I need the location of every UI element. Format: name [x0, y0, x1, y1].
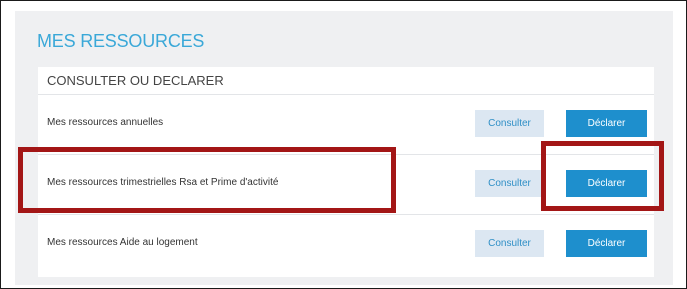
consult-button-housing-aid[interactable]: Consulter	[475, 230, 544, 257]
resource-row-annual: Mes ressources annuelles Consulter Décla…	[38, 95, 654, 155]
page-title: MES RESSOURCES	[37, 31, 205, 51]
card-header-title: CONSULTER OU DECLARER	[47, 73, 224, 88]
resource-row-label: Mes ressources Aide au logement	[47, 237, 198, 248]
declare-button-housing-aid[interactable]: Déclarer	[566, 230, 647, 257]
resources-card: CONSULTER OU DECLARER Mes ressources ann…	[38, 67, 654, 277]
resource-row-housing-aid: Mes ressources Aide au logement Consulte…	[38, 215, 654, 274]
consult-button-quarterly[interactable]: Consulter	[475, 170, 544, 197]
consult-button-annual[interactable]: Consulter	[475, 110, 544, 137]
resource-row-quarterly: Mes ressources trimestrielles Rsa et Pri…	[38, 155, 654, 215]
resource-row-label: Mes ressources trimestrielles Rsa et Pri…	[47, 177, 279, 188]
resource-row-label: Mes ressources annuelles	[47, 117, 164, 128]
declare-button-annual[interactable]: Déclarer	[566, 110, 647, 137]
declare-button-quarterly[interactable]: Déclarer	[566, 170, 647, 197]
screenshot-frame: MES RESSOURCES CONSULTER OU DECLARER Mes…	[0, 0, 687, 289]
card-header: CONSULTER OU DECLARER	[38, 67, 654, 95]
